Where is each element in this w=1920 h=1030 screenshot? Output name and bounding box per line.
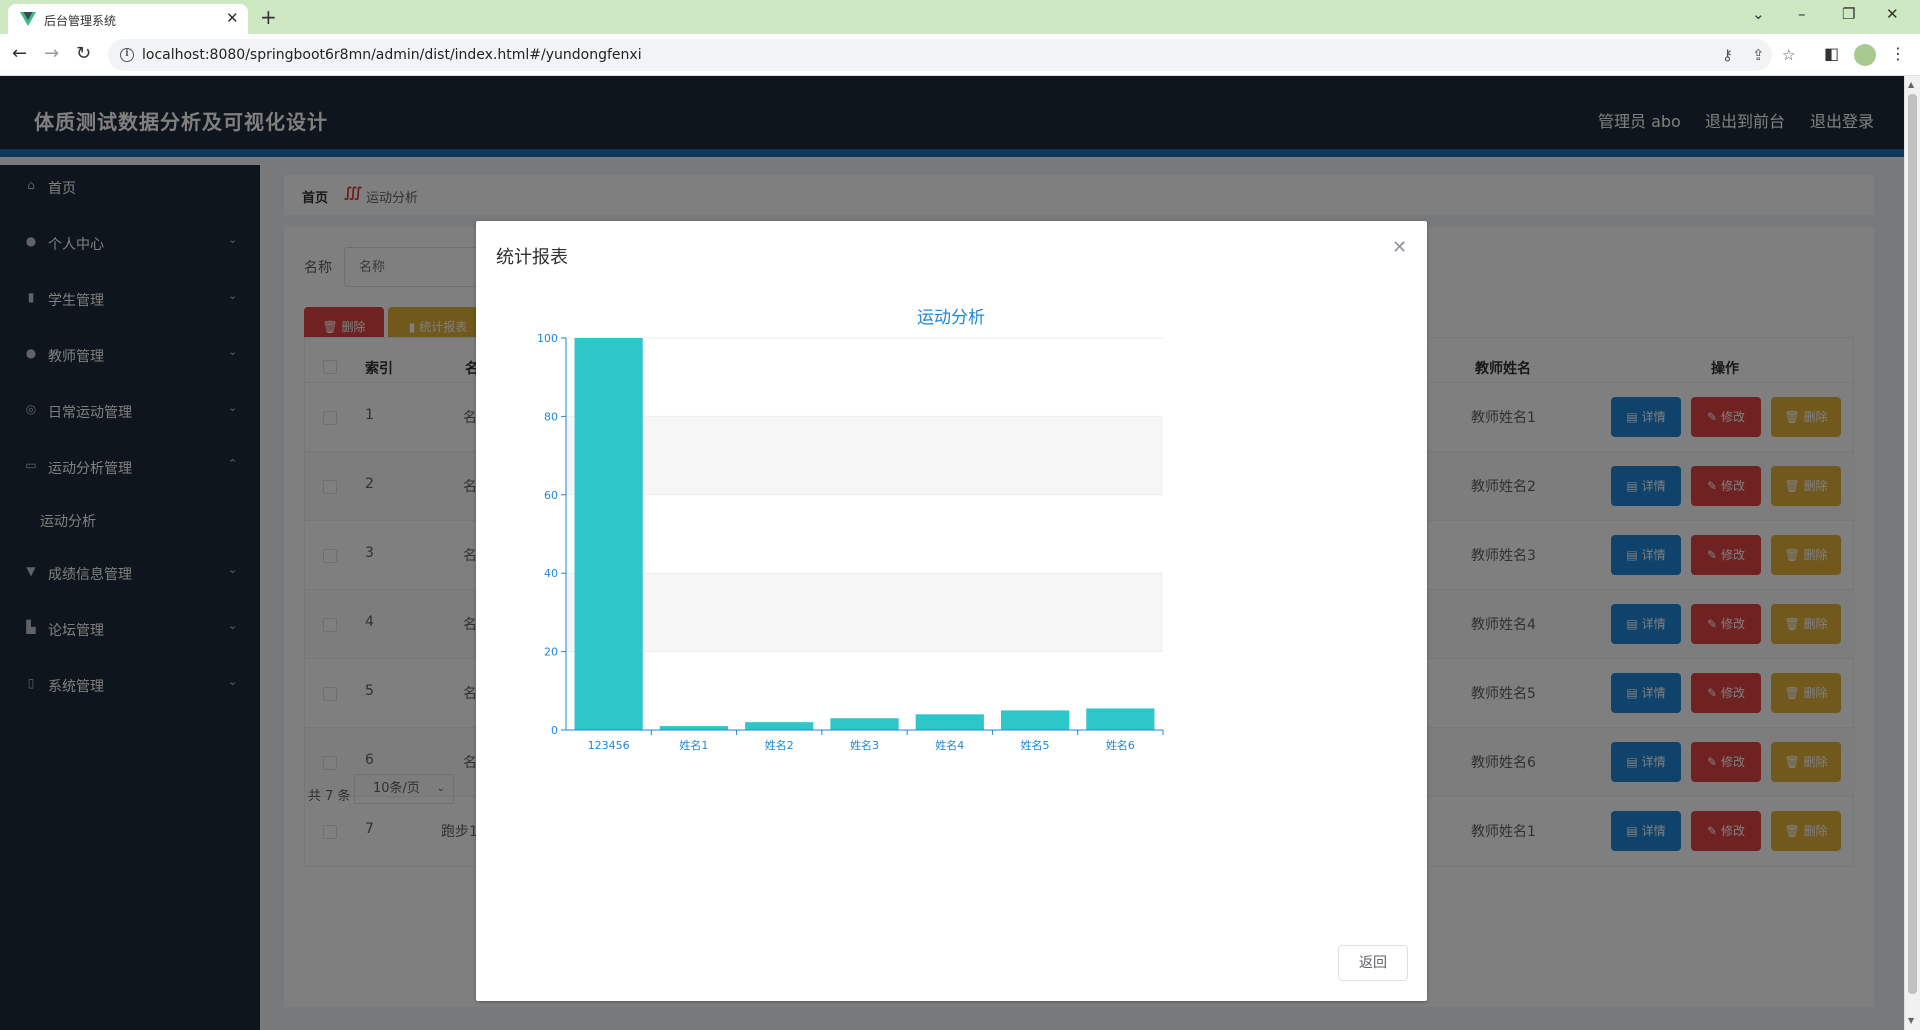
chart-bar [659, 726, 729, 730]
y-tick-label: 100 [537, 332, 558, 345]
chart-bar [830, 718, 899, 730]
dialog-title: 统计报表 [496, 247, 568, 268]
chart-bar [745, 722, 814, 730]
browser-tab-bar: 后台管理系统 ✕ + ⌄ – ❐ ✕ [0, 0, 1920, 34]
chart-bar [1000, 710, 1070, 730]
vue-logo-icon [20, 12, 36, 26]
reload-icon[interactable]: ↻ [76, 43, 91, 64]
scroll-down-icon[interactable]: ▼ [1908, 1016, 1914, 1025]
chart-bar [1086, 708, 1155, 730]
key-icon[interactable]: ⚷ [1722, 46, 1733, 64]
scroll-up-icon[interactable]: ▲ [1908, 80, 1914, 89]
tab-list-chevron-icon[interactable]: ⌄ [1752, 5, 1765, 23]
tab-close-icon[interactable]: ✕ [226, 9, 239, 27]
address-bar[interactable]: i localhost:8080/springboot6r8mn/admin/d… [108, 39, 1795, 71]
report-dialog: 统计报表 ✕ 运动分析 0 20 40 60 80 100 123456 姓名1 姓名2 姓名3… [476, 221, 1427, 1001]
share-icon[interactable]: ⇪ [1752, 46, 1765, 64]
browser-tab[interactable]: 后台管理系统 ✕ [8, 4, 248, 34]
y-tick-label: 80 [544, 410, 558, 423]
window-close-icon[interactable]: ✕ [1886, 5, 1899, 23]
back-arrow-icon[interactable]: ← [12, 43, 27, 64]
x-tick-label: 姓名3 [850, 738, 879, 752]
chart-bar [915, 714, 984, 730]
grid-band [566, 416, 1163, 495]
back-button[interactable]: 返回 [1338, 945, 1408, 981]
close-icon[interactable]: ✕ [1392, 237, 1407, 258]
chart-title: 运动分析 [917, 308, 985, 328]
restore-icon[interactable]: ❐ [1842, 5, 1855, 23]
y-tick-label: 20 [544, 646, 558, 659]
x-tick-label: 姓名5 [1021, 738, 1050, 752]
x-tick-label: 123456 [588, 739, 630, 752]
x-tick-label: 姓名4 [935, 738, 964, 752]
bookmark-star-icon[interactable]: ☆ [1782, 46, 1795, 64]
y-tick-label: 60 [544, 489, 558, 502]
url-text: localhost:8080/springboot6r8mn/admin/dis… [142, 47, 642, 63]
site-info-icon[interactable]: i [120, 48, 134, 62]
chart-grid-bands [566, 338, 1163, 730]
grid-band [566, 573, 1163, 652]
y-tick-label: 40 [544, 567, 558, 580]
browser-menu-icon[interactable]: ⋮ [1890, 44, 1906, 63]
profile-avatar[interactable] [1854, 44, 1876, 66]
x-tick-label: 姓名1 [679, 738, 708, 752]
y-tick-label: 0 [551, 724, 558, 737]
page-scrollbar[interactable]: ▲ ▼ [1904, 76, 1920, 1030]
grid-band [566, 338, 1163, 417]
chart-bar [574, 338, 643, 730]
forward-arrow-icon[interactable]: → [44, 43, 59, 64]
new-tab-icon[interactable]: + [260, 5, 277, 29]
tab-title: 后台管理系统 [44, 14, 117, 28]
scrollbar-thumb[interactable] [1908, 94, 1917, 994]
chart-y-ticks: 0 20 40 60 80 100 [537, 332, 566, 737]
minimize-icon[interactable]: – [1798, 5, 1806, 23]
bar-chart: 运动分析 0 20 40 60 80 100 123456 姓名1 姓名2 姓名3 姓名4 姓名5 姓… [537, 308, 1164, 752]
x-tick-label: 姓名6 [1106, 738, 1135, 752]
chart-x-labels: 123456 姓名1 姓名2 姓名3 姓名4 姓名5 姓名6 [588, 730, 1164, 752]
side-panel-icon[interactable]: ◧ [1824, 44, 1839, 63]
x-tick-label: 姓名2 [765, 738, 794, 752]
browser-toolbar: ← → ↻ i localhost:8080/springboot6r8mn/a… [0, 34, 1920, 76]
grid-band [566, 494, 1163, 574]
